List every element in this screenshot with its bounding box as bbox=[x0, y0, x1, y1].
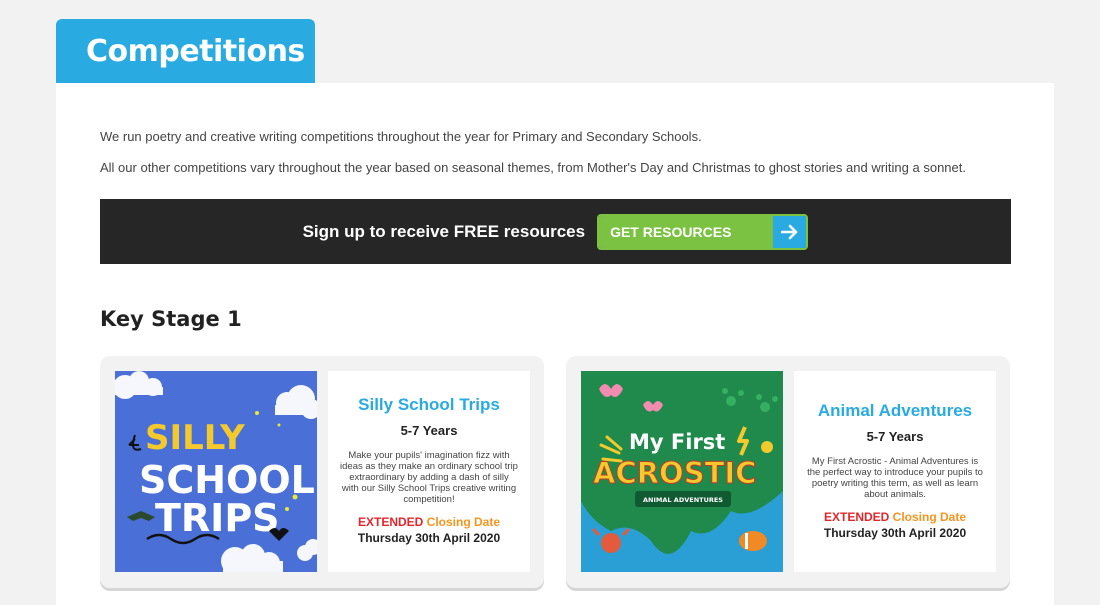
card-info: Silly School Trips 5-7 Years Make your p… bbox=[328, 371, 530, 572]
card-title[interactable]: Animal Adventures bbox=[806, 401, 984, 421]
get-resources-label: GET RESOURCES bbox=[599, 215, 774, 248]
image-title-my-first: My First bbox=[629, 430, 725, 454]
intro-paragraph-1: We run poetry and creative writing compe… bbox=[100, 129, 702, 144]
image-subtitle: ANIMAL ADVENTURES bbox=[643, 496, 723, 504]
card-age: 5-7 Years bbox=[400, 423, 458, 438]
page-title-tab: Competitions bbox=[56, 19, 315, 84]
image-title-trips: TRIPS bbox=[155, 496, 280, 540]
competition-card[interactable]: SILLY SCHOOL TRIPS Silly School Trips 5-… bbox=[100, 356, 544, 588]
page-title: Competitions bbox=[86, 34, 305, 69]
get-resources-button[interactable]: GET RESOURCES bbox=[597, 213, 809, 250]
card-status: EXTENDED Closing Date bbox=[340, 515, 518, 529]
image-title-silly: SILLY bbox=[145, 418, 245, 458]
closing-date: Thursday 30th April 2020 bbox=[357, 531, 501, 545]
card-title[interactable]: Silly School Trips bbox=[340, 395, 518, 415]
animal-adventures-image[interactable]: My First ACROSTIC ANIMAL ADVENTURES bbox=[581, 371, 783, 572]
card-age: 5-7 Years bbox=[866, 429, 924, 444]
card-info: Animal Adventures 5-7 Years My First Acr… bbox=[794, 371, 996, 572]
closing-date: Thursday 30th April 2020 bbox=[823, 526, 967, 540]
card-status: EXTENDED Closing Date bbox=[806, 510, 984, 524]
status-closing-label: Closing Date bbox=[892, 510, 967, 524]
status-closing-label: Closing Date bbox=[426, 515, 501, 529]
resources-banner: Sign up to receive FREE resources GET RE… bbox=[100, 199, 1011, 264]
status-extended: EXTENDED bbox=[357, 515, 424, 529]
banner-text: Sign up to receive FREE resources bbox=[302, 221, 586, 241]
card-description: My First Acrostic - Animal Adventures is… bbox=[807, 456, 983, 500]
competition-card[interactable]: My First ACROSTIC ANIMAL ADVENTURES Anim… bbox=[566, 356, 1010, 588]
silly-school-trips-image[interactable]: SILLY SCHOOL TRIPS bbox=[115, 371, 317, 572]
status-extended: EXTENDED bbox=[823, 510, 890, 524]
arrow-right-icon bbox=[773, 215, 807, 248]
card-description: Make your pupils' imagination fizz with … bbox=[340, 450, 518, 505]
intro-paragraph-2: All our other competitions vary througho… bbox=[100, 160, 966, 175]
section-title: Key Stage 1 bbox=[100, 307, 242, 331]
